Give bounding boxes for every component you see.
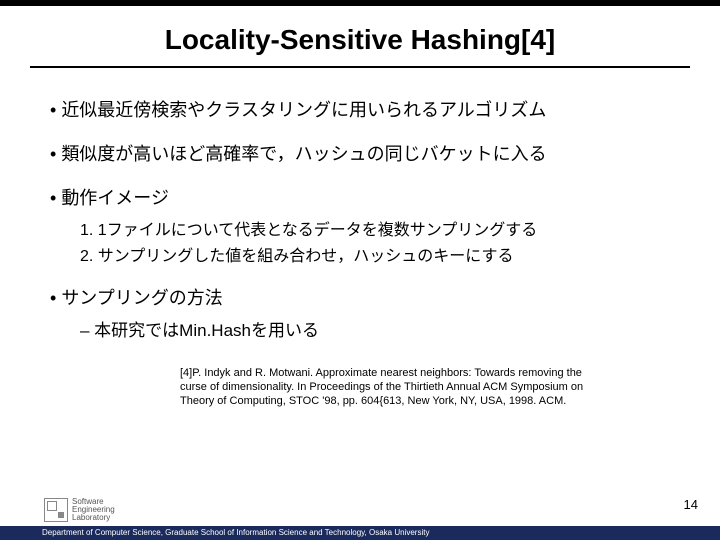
bullet-item: • サンプリングの方法	[50, 284, 670, 310]
lab-logo: Software Engineering Laboratory	[44, 498, 115, 522]
bullet-item: • 動作イメージ	[50, 184, 670, 210]
citation-block: [4]P. Indyk and R. Motwani. Approximate …	[180, 367, 670, 408]
content-area: • 近似最近傍検索やクラスタリングに用いられるアルゴリズム • 類似度が高いほど…	[0, 68, 720, 408]
logo-text: Software Engineering Laboratory	[72, 498, 115, 522]
top-accent-bar	[0, 0, 720, 6]
bullet-text: 類似度が高いほど高確率で，ハッシュの同じバケットに入る	[61, 144, 546, 164]
citation-line: curse of dimensionality. In Proceedings …	[180, 381, 670, 395]
bullet-text: 近似最近傍検索やクラスタリングに用いられるアルゴリズム	[61, 100, 546, 120]
numbered-item: 1. 1ファイルについて代表となるデータを複数サンプリングする	[80, 216, 670, 240]
citation-line: Theory of Computing, STOC '98, pp. 604{6…	[180, 395, 670, 409]
numbered-list: 1. 1ファイルについて代表となるデータを複数サンプリングする 2. サンプリン…	[80, 216, 670, 266]
page-number: 14	[684, 497, 698, 512]
dash-item: – 本研究ではMin.Hashを用いる	[80, 316, 670, 341]
slide-title: Locality-Sensitive Hashing[4]	[0, 24, 720, 56]
bullet-text: 動作イメージ	[61, 188, 169, 208]
numbered-item: 2. サンプリングした値を組み合わせ，ハッシュのキーにする	[80, 242, 670, 266]
logo-line: Laboratory	[72, 514, 115, 522]
bullet-item: • 近似最近傍検索やクラスタリングに用いられるアルゴリズム	[50, 96, 670, 122]
bullet-item: • 類似度が高いほど高確率で，ハッシュの同じバケットに入る	[50, 140, 670, 166]
bullet-text: サンプリングの方法	[61, 288, 222, 308]
logo-icon	[44, 498, 68, 522]
footer-bar: Department of Computer Science, Graduate…	[0, 526, 720, 540]
citation-line: [4]P. Indyk and R. Motwani. Approximate …	[180, 367, 670, 381]
